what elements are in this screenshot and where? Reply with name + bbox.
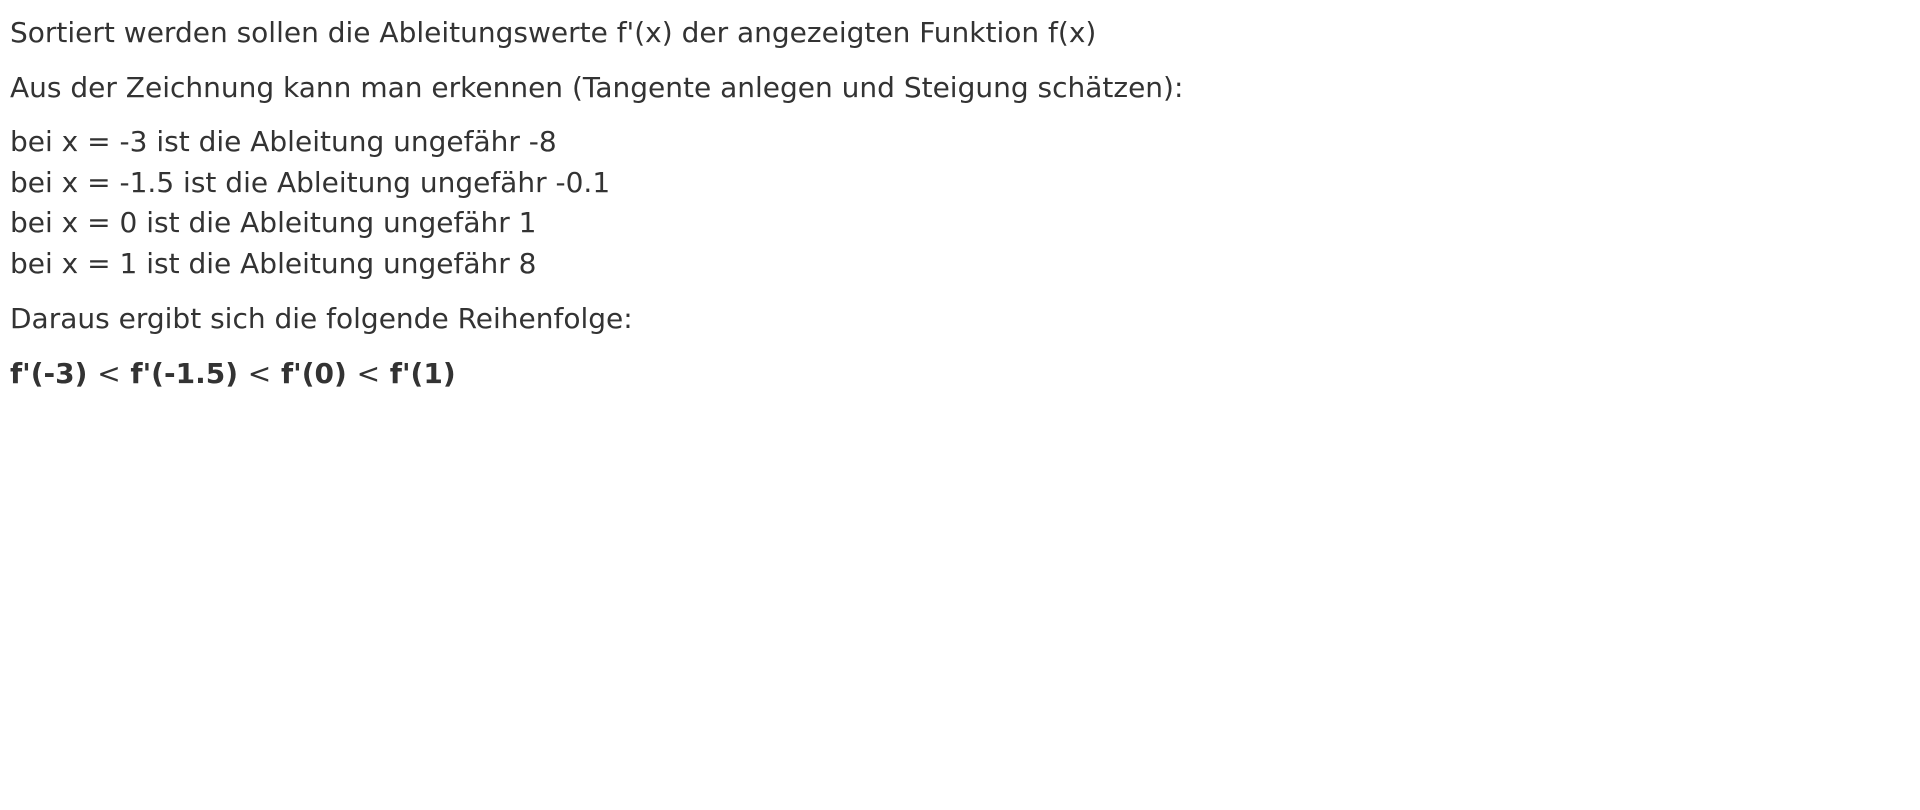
estimate-line: bei x = 1 ist die Ableitung ungefähr 8 — [10, 246, 537, 280]
less-than-sign: < — [247, 357, 272, 390]
less-than-sign: < — [356, 357, 381, 390]
ordering-term: f'(-3) — [10, 357, 88, 390]
less-than-sign: < — [97, 357, 121, 390]
derivative-estimates-list: bei x = -3 ist die Ableitung ungefähr -8… — [10, 122, 1910, 284]
estimate-line: bei x = -3 ist die Ableitung ungefähr -8 — [10, 125, 557, 158]
ordering-term: f'(1) — [389, 357, 456, 390]
task-intro: Sortiert werden sollen die Ableitungswer… — [10, 16, 1097, 49]
ordering-result: f'(-3) < f'(-1.5) < f'(0) < f'(1) — [10, 353, 1910, 394]
conclusion-text: Daraus ergibt sich die folgende Reihenfo… — [10, 302, 633, 335]
estimate-line: bei x = 0 ist die Ableitung ungefähr 1 — [10, 206, 537, 239]
explanation-text: Aus der Zeichnung kann man erkennen (Tan… — [10, 71, 1184, 104]
ordering-term: f'(0) — [280, 357, 347, 390]
solution-page: Sortiert werden sollen die Ableitungswer… — [0, 0, 1920, 394]
estimate-line: bei x = -1.5 ist die Ableitung ungefähr … — [10, 165, 611, 199]
ordering-term: f'(-1.5) — [130, 357, 238, 390]
